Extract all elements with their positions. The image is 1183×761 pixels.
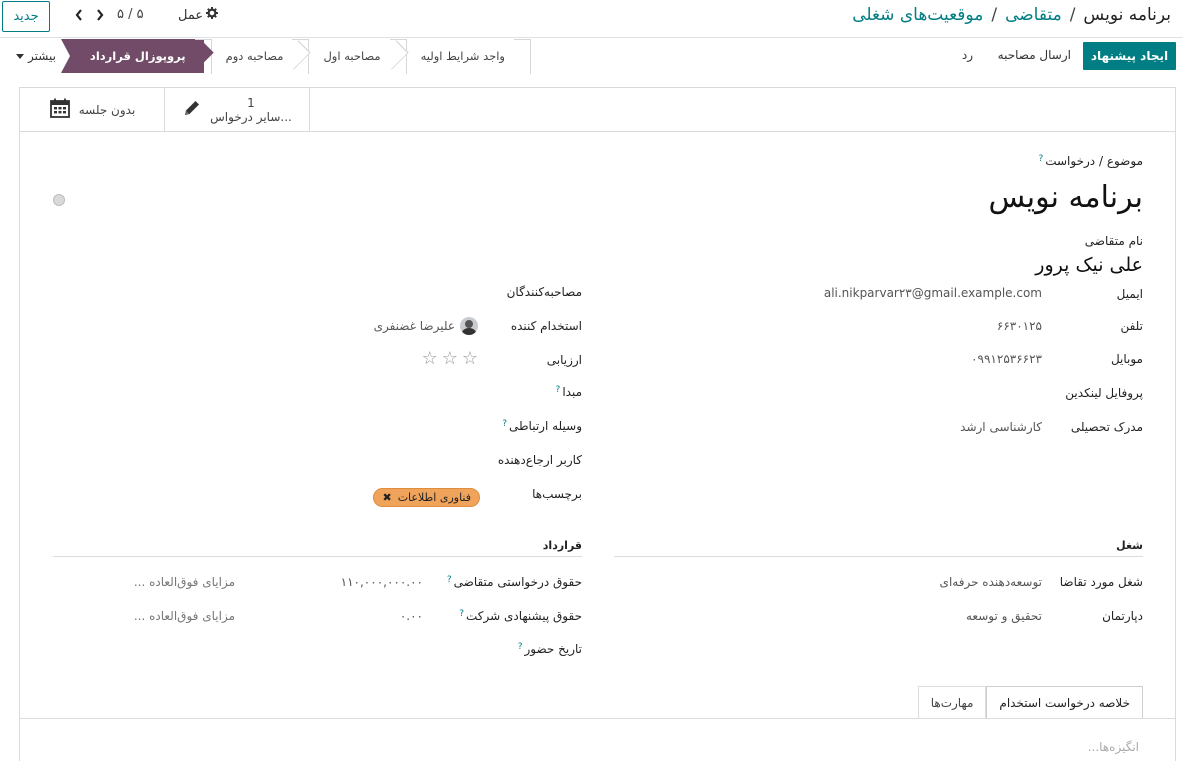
proposed-salary-field[interactable]: ۰.۰۰ bbox=[400, 609, 423, 623]
breadcrumb-separator: / bbox=[991, 5, 998, 25]
stage-pipeline: بیشتر پروپوزال قرارداد مصاحبه دوم مصاحبه… bbox=[14, 39, 523, 73]
star-icon[interactable]: ☆ bbox=[422, 350, 438, 368]
tabs-divider bbox=[20, 718, 1175, 719]
proposed-salary-label: حقوق پیشنهادی شرکت? bbox=[459, 609, 582, 623]
medium-label: وسیله ارتباطی? bbox=[502, 419, 582, 433]
help-icon[interactable]: ? bbox=[1038, 154, 1043, 164]
proposed-extra-field[interactable]: مزایای فوق‌العاده ... bbox=[134, 609, 235, 623]
tag-label: فناوری اطلاعات bbox=[397, 491, 471, 504]
tags-label: برچسب‌ها bbox=[532, 487, 582, 501]
pager-value[interactable]: ۵ / ۵ bbox=[117, 7, 144, 22]
expected-extra-field[interactable]: مزایای فوق‌العاده ... bbox=[134, 575, 235, 589]
recruiter-label: استخدام کننده bbox=[510, 319, 582, 333]
phone-field[interactable]: ۶۶۳۰۱۲۵ bbox=[997, 319, 1042, 333]
applied-job-label: شغل مورد تقاضا bbox=[1059, 575, 1143, 589]
tag-badge: فناوری اطلاعات ✖ bbox=[373, 488, 480, 507]
source-label: مبدا? bbox=[555, 385, 582, 399]
department-label: دپارتمان bbox=[1102, 609, 1143, 623]
gear-icon bbox=[206, 7, 219, 23]
send-interview-button[interactable]: ارسال مصاحبه bbox=[998, 48, 1071, 62]
form-sheet: بدون جلسه 1 سایر درخواس... موضوع / درخوا… bbox=[19, 87, 1176, 761]
tab-application-summary[interactable]: خلاصه درخواست استخدام bbox=[986, 686, 1143, 719]
avatar bbox=[460, 317, 478, 335]
stage-contract-proposal[interactable]: پروپوزال قرارداد bbox=[60, 39, 214, 73]
degree-field[interactable]: کارشناسی ارشد bbox=[960, 420, 1042, 434]
breadcrumb-job-positions[interactable]: موقعیت‌های شغلی bbox=[852, 5, 983, 25]
medium-field[interactable] bbox=[58, 416, 478, 436]
interviewers-field[interactable] bbox=[58, 282, 478, 302]
help-icon[interactable]: ? bbox=[518, 642, 523, 652]
stage-initial-qualification[interactable]: واجد شرایط اولیه bbox=[399, 39, 523, 73]
job-section-divider bbox=[614, 556, 1143, 557]
applicant-name-input[interactable]: علی نیک پرور bbox=[1035, 254, 1143, 276]
meetings-label: بدون جلسه bbox=[78, 102, 136, 117]
recruiter-name: علیرضا غضنفری bbox=[373, 319, 455, 333]
stage-first-interview[interactable]: مصاحبه اول bbox=[301, 39, 409, 73]
source-field[interactable] bbox=[58, 382, 478, 402]
breadcrumb-current: برنامه نویس bbox=[1083, 5, 1171, 25]
subject-label: موضوع / درخواست? bbox=[1038, 154, 1143, 168]
linkedin-field[interactable] bbox=[742, 382, 1042, 402]
more-label: بیشتر bbox=[28, 49, 56, 63]
stage-second-interview[interactable]: مصاحبه دوم bbox=[204, 39, 312, 73]
help-icon[interactable]: ? bbox=[447, 575, 452, 585]
button-box: بدون جلسه 1 سایر درخواس... bbox=[20, 88, 310, 132]
pager-previous-icon[interactable] bbox=[74, 8, 84, 26]
tab-skills[interactable]: مهارت‌ها bbox=[917, 686, 987, 719]
calendar-icon bbox=[49, 97, 71, 122]
kanban-state-indicator[interactable] bbox=[53, 194, 65, 206]
expected-salary-field[interactable]: ۱۱۰,۰۰۰,۰۰۰.۰۰ bbox=[341, 575, 423, 589]
contract-section-title: قرارداد bbox=[542, 539, 582, 552]
control-panel: جدید ۵ / ۵ عمل موقعیت‌های شغلی / متقاضی … bbox=[0, 0, 1183, 38]
tag-remove-icon[interactable]: ✖ bbox=[382, 491, 391, 504]
breadcrumb: موقعیت‌های شغلی / متقاضی / برنامه نویس bbox=[852, 5, 1171, 25]
help-icon[interactable]: ? bbox=[459, 609, 464, 619]
mobile-field[interactable]: ۰۹۹۱۲۵۳۶۶۲۳ bbox=[971, 352, 1042, 366]
referrer-field[interactable] bbox=[58, 450, 478, 470]
interviewers-label: مصاحبه‌کنندگان bbox=[506, 285, 582, 299]
other-applications-smart-button[interactable]: 1 سایر درخواس... bbox=[165, 88, 310, 131]
department-field[interactable]: تحقیق و توسعه bbox=[966, 609, 1042, 623]
availability-field[interactable] bbox=[58, 638, 478, 658]
create-offer-button[interactable]: ایجاد پیشنهاد bbox=[1083, 42, 1176, 70]
other-applications-label: سایر درخواس... bbox=[210, 109, 292, 124]
action-menu[interactable]: عمل bbox=[178, 7, 219, 23]
contract-section-divider bbox=[53, 556, 582, 557]
meetings-smart-button[interactable]: بدون جلسه bbox=[20, 88, 165, 131]
email-field[interactable]: ali.nikparvar۲۳@gmail.example.com bbox=[824, 286, 1042, 300]
pager-next-icon[interactable] bbox=[95, 8, 105, 26]
subject-input[interactable]: برنامه نویس bbox=[988, 180, 1143, 215]
phone-label: تلفن bbox=[1120, 319, 1143, 333]
breadcrumb-applicant[interactable]: متقاضی bbox=[1005, 5, 1062, 25]
help-icon[interactable]: ? bbox=[502, 419, 507, 429]
referrer-label: کاربر ارجاع‌دهنده bbox=[497, 453, 582, 467]
other-applications-count: 1 bbox=[247, 95, 255, 110]
caret-down-icon bbox=[16, 49, 24, 63]
evaluation-label: ارزیابی bbox=[546, 353, 582, 367]
expected-salary-label: حقوق درخواستی متقاضی? bbox=[446, 575, 582, 589]
help-icon[interactable]: ? bbox=[556, 385, 561, 395]
new-button[interactable]: جدید bbox=[2, 1, 50, 32]
refuse-button[interactable]: رد bbox=[962, 48, 973, 62]
motivation-field[interactable]: انگیزه‌ها... bbox=[1088, 740, 1139, 754]
statusbar: ایجاد پیشنهاد ارسال مصاحبه رد بیشتر پروپ… bbox=[0, 39, 1183, 75]
priority-stars: ☆ ☆ ☆ bbox=[422, 350, 478, 368]
applicant-name-label: نام متقاضی bbox=[1084, 234, 1143, 248]
more-stages-dropdown[interactable]: بیشتر bbox=[16, 49, 56, 63]
linkedin-label: پروفایل لینکدین bbox=[1065, 386, 1143, 400]
degree-label: مدرک تحصیلی bbox=[1070, 420, 1143, 434]
button-box-divider bbox=[310, 131, 1175, 132]
breadcrumb-separator: / bbox=[1069, 5, 1076, 25]
email-label: ایمیل bbox=[1116, 287, 1143, 301]
availability-label: تاریخ حضور? bbox=[517, 642, 582, 656]
job-section-title: شغل bbox=[1116, 539, 1143, 552]
action-label: عمل bbox=[178, 7, 204, 23]
applied-job-field[interactable]: توسعه‌دهنده حرفه‌ای bbox=[940, 575, 1042, 589]
pencil-icon bbox=[182, 98, 202, 121]
star-icon[interactable]: ☆ bbox=[442, 350, 458, 368]
mobile-label: موبایل bbox=[1110, 352, 1143, 366]
star-icon[interactable]: ☆ bbox=[462, 350, 478, 368]
recruiter-field[interactable]: علیرضا غضنفری bbox=[374, 317, 478, 335]
notebook-tabs: خلاصه درخواست استخدام مهارت‌ها bbox=[917, 686, 1143, 719]
